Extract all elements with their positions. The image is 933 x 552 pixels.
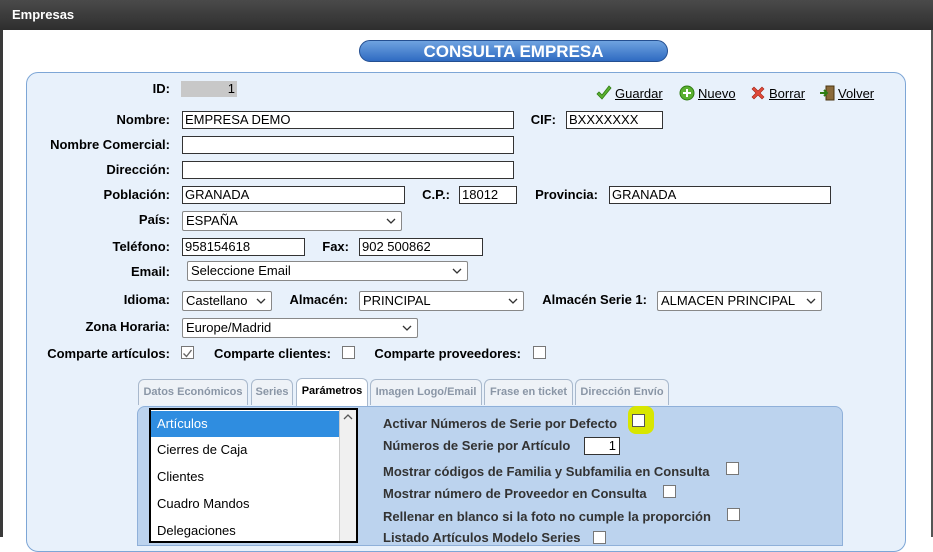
check-icon	[183, 349, 193, 358]
listado-articulos-checkbox[interactable]	[593, 531, 606, 544]
tab-datos-economicos[interactable]: Datos Económicos	[138, 379, 248, 405]
comparte-proveedores-label: Comparte proveedores:	[374, 346, 521, 361]
chevron-up-icon	[343, 414, 353, 420]
save-button[interactable]: Guardar	[596, 85, 663, 101]
delete-x-icon	[750, 85, 766, 101]
zona-horaria-select[interactable]: Europe/Madrid	[182, 318, 418, 338]
numeros-serie-articulo-label: Números de Serie por Artículo	[383, 438, 571, 453]
tab-parametros[interactable]: Parámetros	[296, 378, 368, 406]
mostrar-codigos-familia-checkbox[interactable]	[726, 462, 739, 475]
chevron-down-icon	[255, 292, 267, 310]
almacen-serie1-value: ALMACEN PRINCIPAL	[661, 293, 796, 308]
mostrar-numero-proveedor-label: Mostrar número de Proveedor en Consulta	[383, 486, 647, 501]
direccion-input[interactable]	[182, 161, 514, 179]
email-value: Seleccione Email	[191, 263, 291, 278]
telefono-input[interactable]: 958154618	[182, 238, 305, 256]
listado-articulos-label: Listado Artículos Modelo Series	[383, 530, 581, 545]
direccion-label: Dirección:	[106, 162, 170, 177]
provincia-input[interactable]: GRANADA	[609, 186, 831, 204]
tab-series[interactable]: Series	[251, 379, 293, 405]
chevron-down-icon	[401, 319, 413, 337]
list-item-cuadro-mandos[interactable]: Cuadro Mandos	[151, 491, 340, 517]
email-label: Email:	[130, 264, 170, 279]
almacen-label: Almacén:	[289, 292, 348, 307]
list-scrollbar[interactable]	[339, 410, 356, 541]
fax-input[interactable]: 902 500862	[359, 238, 483, 256]
poblacion-label: Población:	[103, 187, 170, 202]
id-value: 1	[181, 81, 237, 97]
chevron-down-icon	[385, 212, 397, 230]
delete-label: Borrar	[769, 86, 806, 101]
fax-label: Fax:	[322, 239, 349, 254]
cp-input[interactable]: 18012	[459, 186, 517, 204]
pais-select[interactable]: ESPAÑA	[182, 211, 402, 231]
list-item-clientes[interactable]: Clientes	[151, 464, 340, 490]
zona-horaria-label: Zona Horaria:	[85, 319, 170, 334]
new-button[interactable]: Nuevo	[679, 85, 736, 101]
comparte-articulos-checkbox[interactable]	[181, 346, 194, 359]
mostrar-codigos-familia-label: Mostrar códigos de Familia y Subfamilia …	[383, 464, 710, 479]
pais-value: ESPAÑA	[186, 213, 238, 228]
provincia-label: Provincia:	[535, 187, 598, 202]
rellenar-blanco-foto-label: Rellenar en blanco si la foto no cumple …	[383, 509, 711, 524]
activar-numeros-serie-checkbox[interactable]	[632, 414, 645, 427]
almacen-select[interactable]: PRINCIPAL	[359, 291, 524, 311]
tab-imagen-logo-email[interactable]: Imagen Logo/Email	[370, 379, 482, 405]
comparte-proveedores-checkbox[interactable]	[533, 346, 546, 359]
rellenar-blanco-foto-checkbox[interactable]	[727, 508, 740, 521]
mostrar-numero-proveedor-checkbox[interactable]	[663, 485, 676, 498]
poblacion-input[interactable]: GRANADA	[182, 186, 405, 204]
chevron-down-icon	[805, 292, 817, 310]
list-item-articulos[interactable]: Artículos	[151, 411, 340, 437]
window-title: Empresas	[0, 0, 933, 30]
tab-direccion-envio[interactable]: Dirección Envío	[575, 379, 669, 405]
email-select[interactable]: Seleccione Email	[187, 261, 468, 281]
numeros-serie-articulo-input[interactable]: 1	[584, 437, 620, 455]
plus-circle-icon	[679, 85, 695, 101]
exit-door-icon	[819, 85, 835, 101]
checkmark-icon	[596, 85, 612, 101]
telefono-label: Teléfono:	[112, 239, 170, 254]
nombre-input[interactable]: EMPRESA DEMO	[182, 111, 514, 129]
cp-label: C.P.:	[422, 187, 450, 202]
nombre-comercial-input[interactable]	[182, 136, 514, 154]
id-label: ID:	[152, 81, 170, 96]
activar-numeros-serie-label: Activar Números de Serie por Defecto	[383, 416, 618, 431]
almacen-serie1-label: Almacén Serie 1:	[542, 292, 647, 307]
pais-label: País:	[138, 212, 170, 227]
new-label: Nuevo	[698, 86, 736, 101]
page-title: CONSULTA EMPRESA	[359, 40, 668, 62]
comparte-clientes-label: Comparte clientes:	[213, 346, 331, 361]
idioma-select[interactable]: Castellano	[182, 291, 272, 311]
back-button[interactable]: Volver	[819, 85, 874, 101]
almacen-serie1-select[interactable]: ALMACEN PRINCIPAL	[657, 291, 822, 311]
cif-input[interactable]: BXXXXXXX	[566, 111, 663, 129]
list-item-delegaciones[interactable]: Delegaciones	[151, 518, 340, 544]
idioma-label: Idioma:	[123, 292, 170, 307]
almacen-value: PRINCIPAL	[363, 293, 431, 308]
comparte-articulos-label: Comparte artículos:	[47, 346, 170, 361]
cif-label: CIF:	[530, 112, 556, 127]
save-label: Guardar	[615, 86, 663, 101]
chevron-down-icon	[451, 262, 463, 280]
back-label: Volver	[838, 86, 875, 101]
list-item-cierres-de-caja[interactable]: Cierres de Caja	[151, 437, 340, 463]
comparte-clientes-checkbox[interactable]	[342, 346, 355, 359]
nombre-label: Nombre:	[116, 112, 170, 127]
idioma-value: Castellano	[186, 293, 248, 308]
nombre-comercial-label: Nombre Comercial:	[50, 137, 170, 152]
chevron-down-icon	[507, 292, 519, 310]
param-section-list[interactable]: Artículos Cierres de Caja Clientes Cuadr…	[149, 408, 358, 543]
delete-button[interactable]: Borrar	[750, 85, 805, 101]
left-frame-edge	[0, 30, 3, 537]
tab-frase-en-ticket[interactable]: Frase en ticket	[484, 379, 573, 405]
zona-horaria-value: Europe/Madrid	[186, 320, 272, 335]
